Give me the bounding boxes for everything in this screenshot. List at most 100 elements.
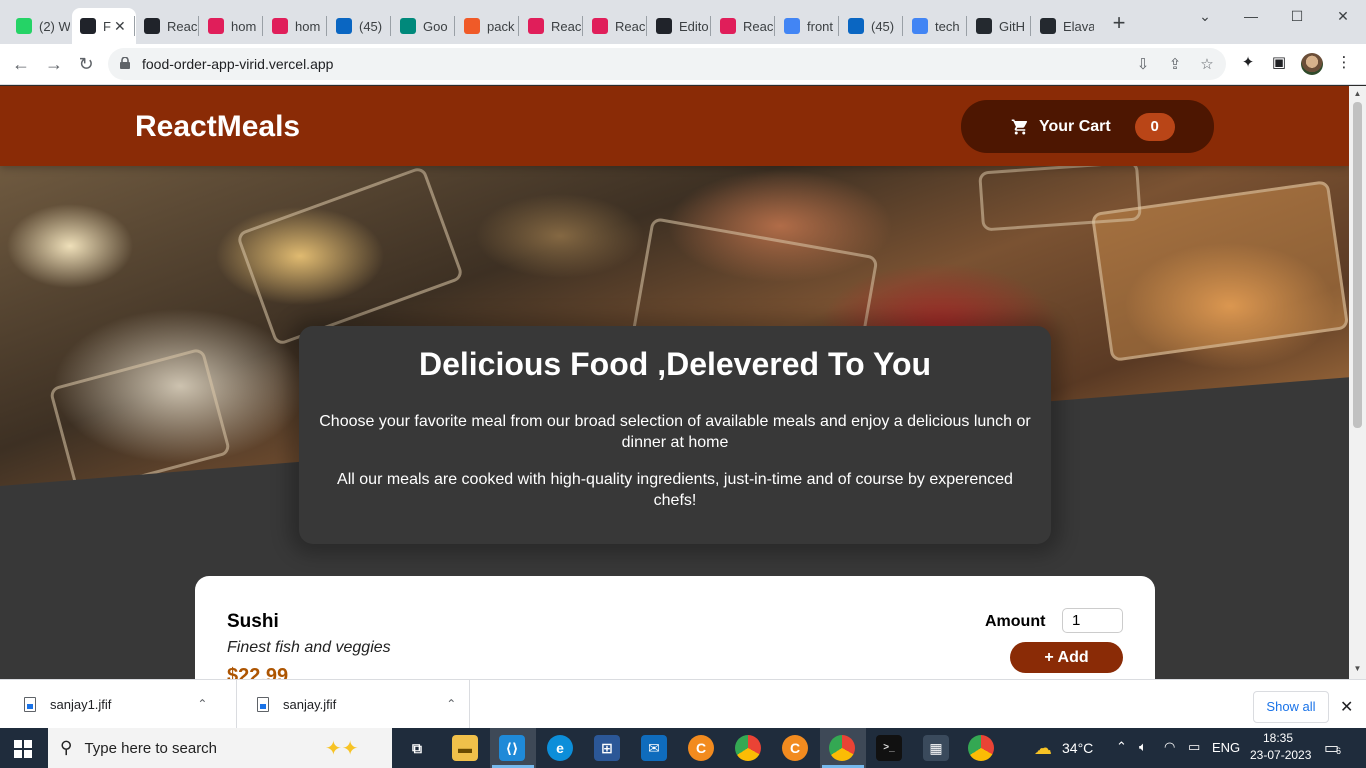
address-bar[interactable]: food-order-app-virid.vercel.app ⇩ ⇪ ☆ bbox=[108, 48, 1226, 80]
windows-taskbar: ⚲ Type here to search ✦✦ ⧉ ▬ ⟨⟩ e ⊞ ✉ C … bbox=[0, 728, 1366, 768]
chrome-icon[interactable] bbox=[829, 735, 855, 761]
browser-tab[interactable]: Reac bbox=[136, 8, 198, 44]
calculator-icon[interactable]: ▦ bbox=[923, 735, 949, 761]
cart-count-badge: 0 bbox=[1134, 112, 1175, 141]
install-app-icon[interactable]: ⇩ bbox=[1134, 56, 1152, 74]
add-to-cart-button[interactable]: + Add bbox=[1010, 642, 1123, 673]
tray-chevron-up-icon[interactable]: ⌃ bbox=[1116, 739, 1127, 755]
browser-tab[interactable]: Elava bbox=[1032, 8, 1094, 44]
scrollbar-thumb[interactable] bbox=[1353, 102, 1362, 428]
chrome-icon[interactable] bbox=[735, 735, 761, 761]
tab-label: Reac bbox=[551, 18, 582, 34]
taskbar-search-placeholder: Type here to search bbox=[84, 739, 218, 757]
page-scrollbar[interactable]: ▲ ▼ bbox=[1349, 86, 1366, 679]
windows-start-icon[interactable] bbox=[14, 740, 32, 758]
language-indicator[interactable]: ENG bbox=[1212, 740, 1240, 755]
close-tab-icon[interactable]: ✕ bbox=[114, 18, 126, 35]
wifi-icon[interactable]: ◠ bbox=[1164, 739, 1175, 755]
download-shelf: sanjay1.jfif ⌃ sanjay.jfif ⌃ Show all ✕ bbox=[0, 679, 1366, 728]
chevron-up-icon[interactable]: ⌃ bbox=[197, 697, 207, 711]
lock-icon bbox=[120, 57, 130, 69]
side-panel-icon[interactable]: ▣ bbox=[1269, 53, 1289, 73]
summary-paragraph: Choose your favorite meal from our broad… bbox=[319, 413, 1031, 451]
store-icon[interactable]: ⊞ bbox=[594, 735, 620, 761]
file-icon bbox=[24, 696, 36, 712]
browser-tab[interactable]: (45) bbox=[328, 8, 390, 44]
close-icon[interactable]: ✕ bbox=[1340, 697, 1353, 717]
browser-tab[interactable]: pack bbox=[456, 8, 518, 44]
extensions-icon[interactable]: ✦ bbox=[1238, 53, 1258, 73]
profile-avatar[interactable] bbox=[1301, 53, 1323, 75]
tab-label: front bbox=[807, 18, 834, 34]
whatsapp-icon bbox=[16, 18, 32, 34]
available-meals-card: Sushi Finest fish and veggies $22.99 Amo… bbox=[195, 576, 1155, 679]
clock-time[interactable]: 18:35 bbox=[1263, 731, 1293, 745]
app-header: ReactMeals Your Cart 0 bbox=[0, 86, 1349, 166]
download-item[interactable]: sanjay.jfif ⌃ bbox=[257, 680, 456, 728]
volume-icon[interactable]: 🔈︎ bbox=[1139, 739, 1147, 755]
browser-tab[interactable]: Reac bbox=[584, 8, 646, 44]
weather-temperature[interactable]: 34°C bbox=[1062, 740, 1093, 756]
close-window-button[interactable]: ✕ bbox=[1320, 4, 1366, 28]
file-explorer-icon[interactable]: ▬ bbox=[452, 735, 478, 761]
scroll-down-icon[interactable]: ▼ bbox=[1353, 664, 1362, 673]
linkedin-icon bbox=[848, 18, 864, 34]
browser-tab[interactable]: Reac bbox=[712, 8, 774, 44]
task-view-icon[interactable]: ⧉ bbox=[404, 735, 430, 761]
download-filename: sanjay.jfif bbox=[283, 696, 337, 712]
github-icon bbox=[976, 18, 992, 34]
browser-tab[interactable]: Edito bbox=[648, 8, 710, 44]
tab-label: Edito bbox=[679, 18, 709, 34]
amount-input[interactable] bbox=[1062, 608, 1123, 633]
browser-tab[interactable]: (45) bbox=[840, 8, 902, 44]
amount-label: Amount bbox=[985, 613, 1046, 630]
google-icon bbox=[912, 18, 928, 34]
github-icon bbox=[1040, 18, 1056, 34]
back-button[interactable]: ← bbox=[9, 52, 33, 76]
tab-label: Reac bbox=[167, 18, 198, 34]
browser-tab[interactable]: Goo bbox=[392, 8, 454, 44]
cart-button[interactable]: Your Cart 0 bbox=[961, 100, 1214, 153]
browser-tab[interactable]: (2) W bbox=[8, 8, 70, 44]
mail-icon[interactable]: ✉ bbox=[641, 735, 667, 761]
browser-tab[interactable]: tech bbox=[904, 8, 966, 44]
minimize-button[interactable]: — bbox=[1228, 4, 1274, 28]
app-c-icon[interactable]: C bbox=[688, 735, 714, 761]
vscode-icon[interactable]: ⟨⟩ bbox=[499, 735, 525, 761]
browser-toolbar: ← → ↻ food-order-app-virid.vercel.app ⇩ … bbox=[0, 44, 1366, 85]
terminal-icon[interactable]: >_ bbox=[876, 735, 902, 761]
browser-tab[interactable]: hom bbox=[264, 8, 326, 44]
google-icon bbox=[784, 18, 800, 34]
share-icon[interactable]: ⇪ bbox=[1166, 56, 1184, 74]
google-meet-icon bbox=[400, 18, 416, 34]
chrome-icon[interactable] bbox=[968, 735, 994, 761]
browser-tab[interactable]: hom bbox=[200, 8, 262, 44]
new-tab-button[interactable]: + bbox=[1108, 12, 1130, 34]
browser-tab[interactable]: F bbox=[72, 8, 136, 44]
app-c-icon[interactable]: C bbox=[782, 735, 808, 761]
browser-tab[interactable]: Reac bbox=[520, 8, 582, 44]
browser-menu-icon[interactable]: ⋮ bbox=[1334, 53, 1354, 73]
brand-title: ReactMeals bbox=[135, 110, 301, 143]
slack-like-icon bbox=[720, 18, 736, 34]
taskbar-search-input[interactable]: ⚲ Type here to search ✦✦ bbox=[48, 728, 392, 768]
browser-tab-strip: (2) W F Reac hom hom (45) Goo pack Reac Reac Edito… bbox=[0, 0, 1366, 44]
tab-search-chevron-icon[interactable]: ⌄ bbox=[1182, 4, 1228, 28]
edge-icon[interactable]: e bbox=[547, 735, 573, 761]
reload-button[interactable]: ↻ bbox=[74, 52, 98, 76]
chevron-up-icon[interactable]: ⌃ bbox=[446, 697, 456, 711]
browser-tab[interactable]: GitH bbox=[968, 8, 1030, 44]
tab-label: GitH bbox=[999, 18, 1025, 34]
maximize-button[interactable]: ☐ bbox=[1274, 4, 1320, 28]
tab-label: hom bbox=[295, 18, 321, 34]
scroll-up-icon[interactable]: ▲ bbox=[1353, 89, 1362, 98]
weather-icon[interactable]: ☁ bbox=[1030, 735, 1056, 761]
forward-button[interactable]: → bbox=[42, 52, 66, 76]
show-all-downloads-button[interactable]: Show all bbox=[1253, 691, 1329, 723]
bookmark-star-icon[interactable]: ☆ bbox=[1198, 56, 1216, 74]
battery-icon[interactable]: ▭ bbox=[1188, 739, 1200, 755]
clock-date[interactable]: 23-07-2023 bbox=[1250, 748, 1311, 762]
browser-tab[interactable]: front bbox=[776, 8, 838, 44]
download-filename: sanjay1.jfif bbox=[50, 696, 112, 712]
download-item[interactable]: sanjay1.jfif ⌃ bbox=[24, 680, 207, 728]
